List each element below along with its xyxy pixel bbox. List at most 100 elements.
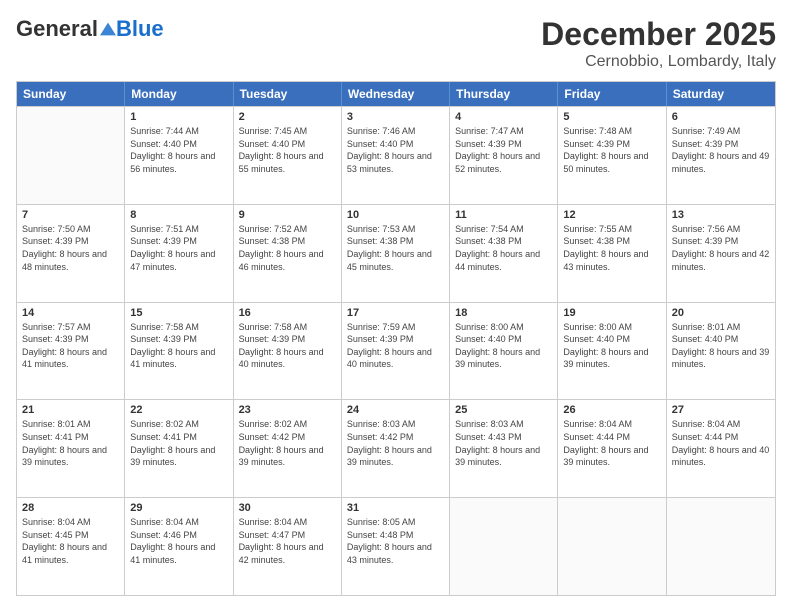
day-number: 25: [455, 404, 552, 416]
sun-info: Sunrise: 7:44 AM Sunset: 4:40 PM Dayligh…: [130, 125, 227, 175]
calendar-row: 14 Sunrise: 7:57 AM Sunset: 4:39 PM Dayl…: [17, 302, 775, 400]
calendar-cell: 15 Sunrise: 7:58 AM Sunset: 4:39 PM Dayl…: [125, 303, 233, 400]
sun-info: Sunrise: 7:55 AM Sunset: 4:38 PM Dayligh…: [563, 223, 660, 273]
header: General Blue December 2025 Cernobbio, Lo…: [16, 16, 776, 71]
day-number: 14: [22, 307, 119, 319]
calendar-cell: 16 Sunrise: 7:58 AM Sunset: 4:39 PM Dayl…: [234, 303, 342, 400]
calendar-cell: 3 Sunrise: 7:46 AM Sunset: 4:40 PM Dayli…: [342, 107, 450, 204]
sun-info: Sunrise: 7:56 AM Sunset: 4:39 PM Dayligh…: [672, 223, 770, 273]
sun-info: Sunrise: 7:58 AM Sunset: 4:39 PM Dayligh…: [130, 321, 227, 371]
calendar-cell: 10 Sunrise: 7:53 AM Sunset: 4:38 PM Dayl…: [342, 205, 450, 302]
day-number: 9: [239, 209, 336, 221]
calendar-cell: 27 Sunrise: 8:04 AM Sunset: 4:44 PM Dayl…: [667, 400, 775, 497]
month-title: December 2025: [541, 16, 776, 53]
day-number: 28: [22, 502, 119, 514]
calendar-cell: 23 Sunrise: 8:02 AM Sunset: 4:42 PM Dayl…: [234, 400, 342, 497]
weekday-header: Monday: [125, 82, 233, 106]
calendar-cell: 29 Sunrise: 8:04 AM Sunset: 4:46 PM Dayl…: [125, 498, 233, 595]
day-number: 2: [239, 111, 336, 123]
calendar-cell: 8 Sunrise: 7:51 AM Sunset: 4:39 PM Dayli…: [125, 205, 233, 302]
day-number: 19: [563, 307, 660, 319]
day-number: 15: [130, 307, 227, 319]
weekday-header: Thursday: [450, 82, 558, 106]
day-number: 12: [563, 209, 660, 221]
sun-info: Sunrise: 7:52 AM Sunset: 4:38 PM Dayligh…: [239, 223, 336, 273]
day-number: 10: [347, 209, 444, 221]
day-number: 8: [130, 209, 227, 221]
calendar-cell: [17, 107, 125, 204]
page: General Blue December 2025 Cernobbio, Lo…: [0, 0, 792, 612]
weekday-header: Wednesday: [342, 82, 450, 106]
sun-info: Sunrise: 8:04 AM Sunset: 4:46 PM Dayligh…: [130, 516, 227, 566]
calendar-row: 7 Sunrise: 7:50 AM Sunset: 4:39 PM Dayli…: [17, 204, 775, 302]
calendar-cell: 20 Sunrise: 8:01 AM Sunset: 4:40 PM Dayl…: [667, 303, 775, 400]
calendar-body: 1 Sunrise: 7:44 AM Sunset: 4:40 PM Dayli…: [17, 106, 775, 595]
day-number: 21: [22, 404, 119, 416]
sun-info: Sunrise: 8:05 AM Sunset: 4:48 PM Dayligh…: [347, 516, 444, 566]
calendar-row: 21 Sunrise: 8:01 AM Sunset: 4:41 PM Dayl…: [17, 399, 775, 497]
calendar-cell: 11 Sunrise: 7:54 AM Sunset: 4:38 PM Dayl…: [450, 205, 558, 302]
day-number: 5: [563, 111, 660, 123]
calendar-cell: 30 Sunrise: 8:04 AM Sunset: 4:47 PM Dayl…: [234, 498, 342, 595]
weekday-header: Saturday: [667, 82, 775, 106]
sun-info: Sunrise: 8:04 AM Sunset: 4:44 PM Dayligh…: [563, 418, 660, 468]
calendar-cell: 2 Sunrise: 7:45 AM Sunset: 4:40 PM Dayli…: [234, 107, 342, 204]
day-number: 31: [347, 502, 444, 514]
calendar: SundayMondayTuesdayWednesdayThursdayFrid…: [16, 81, 776, 596]
sun-info: Sunrise: 7:47 AM Sunset: 4:39 PM Dayligh…: [455, 125, 552, 175]
calendar-cell: 14 Sunrise: 7:57 AM Sunset: 4:39 PM Dayl…: [17, 303, 125, 400]
calendar-cell: 4 Sunrise: 7:47 AM Sunset: 4:39 PM Dayli…: [450, 107, 558, 204]
logo-blue: Blue: [116, 16, 164, 42]
title-block: December 2025 Cernobbio, Lombardy, Italy: [541, 16, 776, 71]
logo-text: General Blue: [16, 16, 164, 42]
sun-info: Sunrise: 8:02 AM Sunset: 4:41 PM Dayligh…: [130, 418, 227, 468]
calendar-cell: 7 Sunrise: 7:50 AM Sunset: 4:39 PM Dayli…: [17, 205, 125, 302]
sun-info: Sunrise: 7:58 AM Sunset: 4:39 PM Dayligh…: [239, 321, 336, 371]
sun-info: Sunrise: 8:00 AM Sunset: 4:40 PM Dayligh…: [455, 321, 552, 371]
sun-info: Sunrise: 7:45 AM Sunset: 4:40 PM Dayligh…: [239, 125, 336, 175]
calendar-cell: 25 Sunrise: 8:03 AM Sunset: 4:43 PM Dayl…: [450, 400, 558, 497]
calendar-cell: [450, 498, 558, 595]
day-number: 18: [455, 307, 552, 319]
day-number: 13: [672, 209, 770, 221]
calendar-header: SundayMondayTuesdayWednesdayThursdayFrid…: [17, 82, 775, 106]
sun-info: Sunrise: 8:04 AM Sunset: 4:44 PM Dayligh…: [672, 418, 770, 468]
calendar-cell: 28 Sunrise: 8:04 AM Sunset: 4:45 PM Dayl…: [17, 498, 125, 595]
logo-icon: [100, 21, 116, 37]
logo: General Blue: [16, 16, 164, 42]
day-number: 11: [455, 209, 552, 221]
day-number: 17: [347, 307, 444, 319]
calendar-cell: 18 Sunrise: 8:00 AM Sunset: 4:40 PM Dayl…: [450, 303, 558, 400]
calendar-cell: 31 Sunrise: 8:05 AM Sunset: 4:48 PM Dayl…: [342, 498, 450, 595]
sun-info: Sunrise: 8:03 AM Sunset: 4:43 PM Dayligh…: [455, 418, 552, 468]
sun-info: Sunrise: 8:03 AM Sunset: 4:42 PM Dayligh…: [347, 418, 444, 468]
calendar-row: 28 Sunrise: 8:04 AM Sunset: 4:45 PM Dayl…: [17, 497, 775, 595]
sun-info: Sunrise: 7:51 AM Sunset: 4:39 PM Dayligh…: [130, 223, 227, 273]
day-number: 27: [672, 404, 770, 416]
calendar-cell: 19 Sunrise: 8:00 AM Sunset: 4:40 PM Dayl…: [558, 303, 666, 400]
day-number: 26: [563, 404, 660, 416]
weekday-header: Friday: [558, 82, 666, 106]
calendar-cell: 12 Sunrise: 7:55 AM Sunset: 4:38 PM Dayl…: [558, 205, 666, 302]
sun-info: Sunrise: 7:48 AM Sunset: 4:39 PM Dayligh…: [563, 125, 660, 175]
sun-info: Sunrise: 8:04 AM Sunset: 4:45 PM Dayligh…: [22, 516, 119, 566]
day-number: 24: [347, 404, 444, 416]
calendar-cell: 1 Sunrise: 7:44 AM Sunset: 4:40 PM Dayli…: [125, 107, 233, 204]
calendar-cell: 9 Sunrise: 7:52 AM Sunset: 4:38 PM Dayli…: [234, 205, 342, 302]
calendar-cell: 24 Sunrise: 8:03 AM Sunset: 4:42 PM Dayl…: [342, 400, 450, 497]
calendar-cell: 21 Sunrise: 8:01 AM Sunset: 4:41 PM Dayl…: [17, 400, 125, 497]
sun-info: Sunrise: 7:50 AM Sunset: 4:39 PM Dayligh…: [22, 223, 119, 273]
location: Cernobbio, Lombardy, Italy: [541, 53, 776, 71]
weekday-header: Tuesday: [234, 82, 342, 106]
day-number: 30: [239, 502, 336, 514]
day-number: 6: [672, 111, 770, 123]
calendar-cell: 6 Sunrise: 7:49 AM Sunset: 4:39 PM Dayli…: [667, 107, 775, 204]
sun-info: Sunrise: 7:54 AM Sunset: 4:38 PM Dayligh…: [455, 223, 552, 273]
day-number: 16: [239, 307, 336, 319]
logo-general: General: [16, 16, 98, 42]
calendar-cell: [667, 498, 775, 595]
calendar-cell: [558, 498, 666, 595]
day-number: 7: [22, 209, 119, 221]
sun-info: Sunrise: 8:01 AM Sunset: 4:40 PM Dayligh…: [672, 321, 770, 371]
sun-info: Sunrise: 7:49 AM Sunset: 4:39 PM Dayligh…: [672, 125, 770, 175]
